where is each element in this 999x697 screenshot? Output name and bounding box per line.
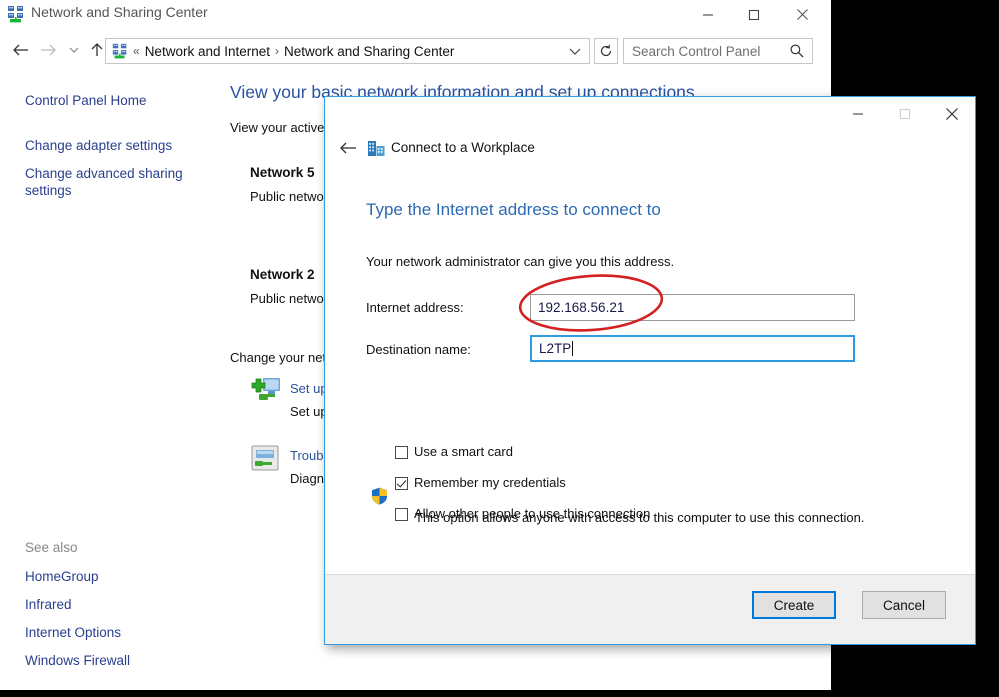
allow-other-people-description: This option allows anyone with access to… [415, 510, 865, 525]
search-input[interactable]: Search Control Panel [623, 38, 813, 64]
destination-name-value: L2TP [539, 341, 572, 356]
network-sharing-icon [6, 4, 26, 24]
breadcrumb-separator: › [275, 44, 280, 58]
sidebar-item-homegroup[interactable]: HomeGroup [25, 568, 190, 585]
dialog-minimize-button[interactable] [834, 97, 881, 131]
dialog-footer: Create Cancel [325, 574, 975, 644]
sidebar-item-internet-options[interactable]: Internet Options [25, 624, 190, 641]
destination-name-input[interactable]: L2TP [530, 335, 855, 362]
sidebar-item-infrared[interactable]: Infrared [25, 596, 190, 613]
remember-credentials-checkbox[interactable] [395, 477, 408, 490]
uac-shield-icon [371, 487, 388, 505]
text-caret [572, 341, 574, 356]
dialog-heading: Type the Internet address to connect to [366, 200, 661, 219]
workplace-icon [367, 139, 386, 157]
use-smart-card-label: Use a smart card [414, 444, 513, 459]
breadcrumb-item-1[interactable]: Network and Sharing Center [284, 44, 454, 59]
window-titlebar: Network and Sharing Center [0, 0, 831, 30]
troubleshoot-icon [250, 444, 280, 477]
sidebar: Control Panel Home Change adapter settin… [0, 76, 210, 690]
destination-name-label: Destination name: [366, 342, 471, 357]
search-icon[interactable] [789, 43, 805, 64]
use-smart-card-checkbox-row[interactable]: Use a smart card [395, 444, 513, 459]
dialog-window-controls [834, 97, 975, 131]
use-smart-card-checkbox[interactable] [395, 446, 408, 459]
sidebar-item-control-panel-home[interactable]: Control Panel Home [25, 92, 190, 109]
remember-credentials-label: Remember my credentials [414, 475, 566, 490]
network-name-1: Network 2 [250, 267, 315, 282]
refresh-button[interactable] [594, 38, 618, 64]
dialog-subheading: Your network administrator can give you … [366, 254, 675, 269]
internet-address-label: Internet address: [366, 300, 464, 315]
dialog-back-button[interactable] [335, 136, 361, 160]
window-minimize-button[interactable] [685, 0, 731, 29]
connect-to-workplace-dialog: Connect to a Workplace Type the Internet… [324, 96, 976, 645]
cancel-button[interactable]: Cancel [862, 591, 946, 619]
sidebar-item-change-adapter-settings[interactable]: Change adapter settings [25, 137, 190, 154]
see-also-heading: See also [25, 540, 78, 555]
search-placeholder: Search Control Panel [632, 43, 761, 59]
internet-address-input[interactable]: 192.168.56.21 [530, 294, 855, 321]
screen: Network and Sharing Center « Network and… [0, 0, 999, 697]
window-title: Network and Sharing Center [31, 4, 208, 20]
back-button[interactable] [6, 36, 34, 64]
breadcrumb-item-0[interactable]: Network and Internet [145, 44, 270, 59]
sidebar-item-change-advanced-sharing-settings[interactable]: Change advanced sharing settings [25, 165, 190, 199]
address-bar[interactable]: « Network and Internet › Network and Sha… [105, 38, 590, 64]
internet-address-value: 192.168.56.21 [538, 300, 625, 315]
breadcrumb-prefix: « [133, 44, 140, 58]
dialog-title: Connect to a Workplace [391, 140, 535, 155]
allow-other-people-checkbox[interactable] [395, 508, 408, 521]
network-name-0: Network 5 [250, 165, 315, 180]
remember-credentials-checkbox-row[interactable]: Remember my credentials [395, 475, 566, 490]
network-type-0: Public network [250, 189, 335, 204]
create-button[interactable]: Create [752, 591, 836, 619]
breadcrumb: « Network and Internet › Network and Sha… [133, 44, 454, 59]
window-close-button[interactable] [779, 0, 825, 29]
network-type-1: Public network [250, 291, 335, 306]
address-network-icon [111, 42, 129, 60]
forward-button[interactable] [34, 36, 62, 64]
window-maximize-button[interactable] [731, 0, 777, 29]
chevron-down-icon[interactable] [569, 44, 581, 59]
setup-new-connection-icon [250, 376, 283, 411]
dialog-maximize-button [881, 97, 928, 131]
dialog-close-button[interactable] [928, 97, 975, 131]
sidebar-item-windows-firewall[interactable]: Windows Firewall [25, 652, 190, 669]
